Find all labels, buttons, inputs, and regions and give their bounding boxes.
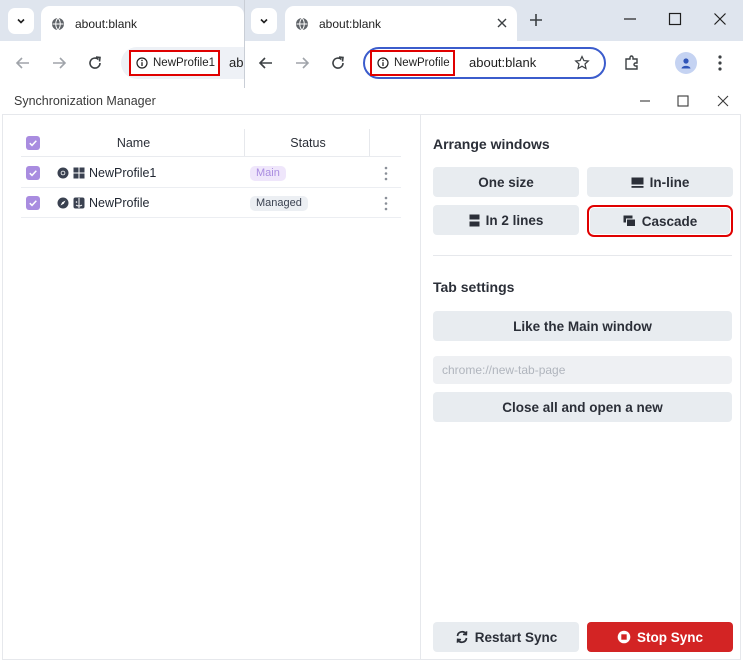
info-icon	[377, 57, 389, 69]
two-lines-button[interactable]: In 2 lines	[433, 205, 579, 235]
reload-icon[interactable]	[329, 54, 347, 72]
checkmark-icon	[29, 200, 37, 207]
stop-sync-label: Stop Sync	[636, 629, 703, 645]
forward-arrow-icon[interactable]	[293, 54, 311, 72]
browser-window-back: about:blank NewProfile1 abo	[0, 0, 244, 86]
tab-title: about:blank	[75, 16, 138, 31]
close-window-icon[interactable]	[716, 94, 730, 108]
cascade-icon	[623, 215, 636, 227]
compass-icon	[57, 197, 69, 209]
tab-title: about:blank	[319, 16, 382, 31]
person-icon	[681, 58, 691, 69]
profile-chip[interactable]: NewProfile1	[129, 50, 220, 76]
cascade-button[interactable]: Cascade	[587, 205, 733, 237]
section-divider	[433, 255, 732, 256]
profile-name: NewProfile1	[89, 166, 157, 180]
row-menu-icon[interactable]	[383, 196, 389, 211]
inline-label: In-line	[649, 174, 690, 190]
browser-toolbar: NewProfile1 abo	[0, 41, 244, 86]
stop-sync-button[interactable]: Stop Sync	[587, 622, 733, 652]
inline-button[interactable]: In-line	[587, 167, 733, 197]
tab-search-button[interactable]	[8, 8, 34, 34]
chrome-icon	[57, 167, 69, 179]
back-arrow-icon[interactable]	[257, 54, 275, 72]
tab-settings-heading: Tab settings	[433, 279, 515, 295]
column-header-status[interactable]: Status	[246, 136, 370, 150]
browser-toolbar: NewProfile about:blank	[245, 41, 743, 86]
restart-sync-button[interactable]: Restart Sync	[433, 622, 579, 652]
one-size-button[interactable]: One size	[433, 167, 579, 197]
profile-chip[interactable]: NewProfile	[370, 50, 455, 76]
row-menu-icon[interactable]	[383, 166, 389, 181]
status-badge: Main	[250, 166, 286, 181]
profile-avatar[interactable]	[675, 52, 697, 74]
restart-sync-label: Restart Sync	[474, 629, 558, 645]
profiles-pane: Name Status NewProfile1 Main NewProfile …	[3, 115, 421, 659]
row-checkbox[interactable]	[26, 196, 40, 210]
column-separator	[244, 129, 245, 156]
finder-icon	[73, 197, 85, 209]
reload-icon[interactable]	[86, 54, 104, 72]
new-tab-url-input[interactable]	[433, 356, 732, 384]
table-header: Name Status	[21, 129, 401, 157]
info-icon	[136, 57, 148, 69]
tab-about-blank[interactable]: about:blank	[285, 6, 517, 41]
title-bar: Synchronization Manager	[0, 88, 743, 114]
minimize-icon[interactable]	[623, 12, 637, 26]
back-arrow-icon[interactable]	[14, 54, 32, 72]
minimize-icon[interactable]	[638, 94, 652, 108]
checkmark-icon	[29, 170, 37, 177]
tab-strip: about:blank	[0, 0, 244, 41]
omnibox[interactable]: NewProfile1 abo	[121, 47, 244, 79]
chevron-down-icon	[17, 18, 25, 24]
omnibox[interactable]: NewProfile about:blank	[363, 47, 606, 79]
close-tab-icon[interactable]	[495, 16, 509, 30]
like-main-window-button[interactable]: Like the Main window	[433, 311, 732, 341]
maximize-icon[interactable]	[676, 94, 690, 108]
close-all-open-new-label: Close all and open a new	[502, 399, 663, 415]
status-badge: Managed	[250, 196, 308, 211]
globe-icon	[296, 17, 308, 30]
extensions-puzzle-icon[interactable]	[623, 54, 641, 72]
url-text: abo	[229, 55, 244, 70]
globe-icon	[52, 17, 64, 30]
table-row[interactable]: NewProfile1 Main	[21, 158, 401, 188]
chevron-down-icon	[260, 18, 268, 24]
one-size-label: One size	[478, 174, 534, 190]
cascade-label: Cascade	[641, 213, 698, 229]
column-header-name[interactable]: Name	[21, 136, 246, 150]
kebab-menu-icon[interactable]	[717, 54, 723, 72]
profile-name: NewProfile	[89, 196, 150, 210]
url-text: about:blank	[469, 55, 537, 70]
new-tab-icon[interactable]	[526, 10, 546, 30]
sync-manager-window: Synchronization Manager Name Status NewP…	[0, 88, 743, 662]
profile-chip-label: NewProfile	[394, 57, 450, 69]
two-lines-icon	[469, 214, 480, 226]
app-title: Synchronization Manager	[14, 94, 156, 108]
table-row[interactable]: NewProfile Managed	[21, 188, 401, 218]
controls-pane: Arrange windows One size In-line In 2 li…	[422, 115, 740, 659]
column-separator	[369, 129, 370, 156]
profile-chip-label: NewProfile1	[153, 57, 215, 69]
inline-icon	[631, 177, 644, 188]
like-main-window-label: Like the Main window	[513, 318, 652, 334]
maximize-icon[interactable]	[668, 12, 682, 26]
windows-icon	[73, 167, 85, 179]
bookmark-star-icon[interactable]	[574, 55, 590, 71]
tab-strip: about:blank	[245, 0, 743, 41]
stop-icon	[617, 630, 631, 644]
tab-search-button[interactable]	[251, 8, 277, 34]
two-lines-label: In 2 lines	[485, 212, 544, 228]
row-checkbox[interactable]	[26, 166, 40, 180]
close-window-icon[interactable]	[713, 12, 727, 26]
browser-window-front: about:blank NewProfile about:blank	[244, 0, 743, 88]
close-all-open-new-button[interactable]: Close all and open a new	[433, 392, 732, 422]
arrange-windows-heading: Arrange windows	[433, 136, 550, 152]
tab-about-blank[interactable]: about:blank	[41, 6, 244, 41]
forward-arrow-icon[interactable]	[50, 54, 68, 72]
restart-icon	[456, 630, 468, 644]
